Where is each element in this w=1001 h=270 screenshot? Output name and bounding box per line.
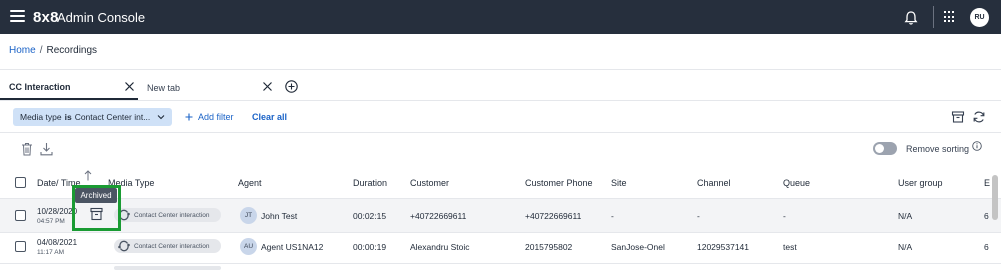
select-all-checkbox[interactable] <box>15 177 26 188</box>
row-date-time: 04/08/2021 11:17 AM <box>37 238 77 258</box>
chevron-down-icon <box>157 115 165 120</box>
archive-icon[interactable] <box>951 110 965 124</box>
media-type-pill: Contact Center interaction <box>114 208 221 222</box>
row-date: 04/08/2021 <box>37 238 78 247</box>
customer-cell: Alexandru Stoic <box>410 242 470 252</box>
filter-operator: is <box>64 112 72 122</box>
breadcrumb-current: Recordings <box>46 45 98 56</box>
column-header-user-group[interactable]: User group <box>898 178 943 188</box>
site-cell: SanJose-Onel <box>611 242 665 252</box>
breadcrumb-separator: / <box>39 45 43 56</box>
agent-avatar: AU <box>240 238 257 255</box>
add-tab-icon[interactable] <box>285 80 298 93</box>
filter-value: Contact Center int... <box>74 112 151 122</box>
row-time: 11:17 AM <box>37 249 64 256</box>
close-icon[interactable] <box>124 81 135 92</box>
menu-icon[interactable] <box>10 10 25 22</box>
header-divider <box>933 6 934 28</box>
scrollbar[interactable] <box>992 175 998 220</box>
agent-name: John Test <box>261 211 298 221</box>
clear-all-button[interactable]: Clear all <box>252 112 287 122</box>
trash-icon[interactable] <box>21 142 33 156</box>
brand-logo: 8x8 <box>33 9 59 26</box>
column-header-queue[interactable]: Queue <box>783 178 810 188</box>
plus-icon <box>185 113 193 121</box>
breadcrumb-home-link[interactable]: Home <box>9 45 36 56</box>
tab-label: CC Interaction <box>9 82 71 92</box>
agent-avatar: JT <box>240 207 257 224</box>
sort-arrow-icon[interactable] <box>84 170 92 181</box>
divider <box>0 263 1001 264</box>
extra-cell: 6 <box>984 211 989 221</box>
divider <box>0 132 1001 133</box>
breadcrumb: Home / Recordings <box>9 45 97 56</box>
queue-cell: test <box>783 242 797 252</box>
media-type-label: Contact Center interaction <box>134 211 210 219</box>
info-icon[interactable] <box>972 141 982 151</box>
bell-icon[interactable] <box>903 10 919 26</box>
duration-cell: 00:02:15 <box>353 211 387 221</box>
column-header-site[interactable]: Site <box>611 178 627 188</box>
close-icon[interactable] <box>262 81 273 92</box>
extra-cell: 6 <box>984 242 989 252</box>
highlight-box <box>72 185 121 231</box>
column-header-customer[interactable]: Customer <box>410 178 449 188</box>
remove-sorting-label: Remove sorting <box>906 144 970 154</box>
media-type-label: Contact Center interaction <box>134 242 210 250</box>
contact-center-icon <box>118 240 130 252</box>
apps-grid-icon[interactable] <box>944 11 956 23</box>
column-header-customer-phone[interactable]: Customer Phone <box>525 178 593 188</box>
download-icon[interactable] <box>40 142 53 156</box>
channel-cell: 12029537141 <box>697 242 750 252</box>
row-checkbox[interactable] <box>15 210 26 221</box>
tab-label: New tab <box>147 83 181 93</box>
tab-cc-interaction[interactable]: CC Interaction <box>0 76 138 100</box>
queue-cell: - <box>783 211 786 221</box>
tab-new-tab[interactable]: New tab <box>140 76 275 100</box>
add-filter-label: Add filter <box>198 112 234 122</box>
filter-field: Media type <box>20 112 62 122</box>
agent-name: Agent US1NA12 <box>261 242 324 252</box>
divider <box>0 100 1001 101</box>
user-group-cell: N/A <box>898 211 913 221</box>
app-title: Admin Console <box>57 10 146 25</box>
row-checkbox[interactable] <box>15 241 26 252</box>
top-bar: 8x8 Admin Console RU <box>0 0 1001 34</box>
remove-sorting-toggle[interactable] <box>873 142 897 155</box>
customer-phone-cell: 2015795802 <box>525 242 573 252</box>
user-avatar[interactable]: RU <box>970 8 989 27</box>
divider <box>0 232 1001 233</box>
column-header-duration[interactable]: Duration <box>353 178 387 188</box>
customer-cell: +40722669611 <box>410 211 467 221</box>
site-cell: - <box>611 211 614 221</box>
media-type-pill <box>114 266 221 270</box>
refresh-icon[interactable] <box>972 110 986 124</box>
column-header-channel[interactable]: Channel <box>697 178 731 188</box>
column-header-agent[interactable]: Agent <box>238 178 262 188</box>
divider <box>0 69 1001 70</box>
media-type-filter-chip[interactable]: Media type is Contact Center int... <box>13 108 172 126</box>
media-type-pill: Contact Center interaction <box>114 239 221 253</box>
customer-phone-cell: +40722669611 <box>525 211 582 221</box>
duration-cell: 00:00:19 <box>353 242 387 252</box>
user-group-cell: N/A <box>898 242 913 252</box>
column-header-extra[interactable]: E <box>984 178 990 188</box>
add-filter-button[interactable]: Add filter <box>185 112 234 122</box>
channel-cell: - <box>697 211 700 221</box>
